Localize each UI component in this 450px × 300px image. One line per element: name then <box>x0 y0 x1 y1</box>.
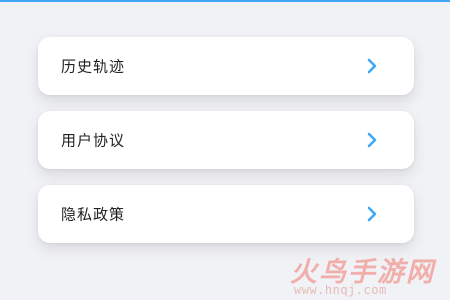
chevron-right-icon <box>367 132 377 148</box>
menu-item-label: 历史轨迹 <box>61 57 126 76</box>
menu-item-label: 隐私政策 <box>61 205 126 224</box>
top-accent-line <box>0 0 450 2</box>
chevron-right-icon <box>367 58 377 74</box>
menu-item-privacy-policy[interactable]: 隐私政策 <box>38 185 414 243</box>
chevron-right-icon <box>367 206 377 222</box>
menu-item-user-agreement[interactable]: 用户协议 <box>38 111 414 169</box>
menu-item-label: 用户协议 <box>61 131 126 150</box>
watermark-url: www.hnqj.com <box>294 283 387 297</box>
menu-item-history[interactable]: 历史轨迹 <box>38 37 414 95</box>
site-watermark: 火鸟手游网 www.hnqj.com <box>286 250 446 298</box>
